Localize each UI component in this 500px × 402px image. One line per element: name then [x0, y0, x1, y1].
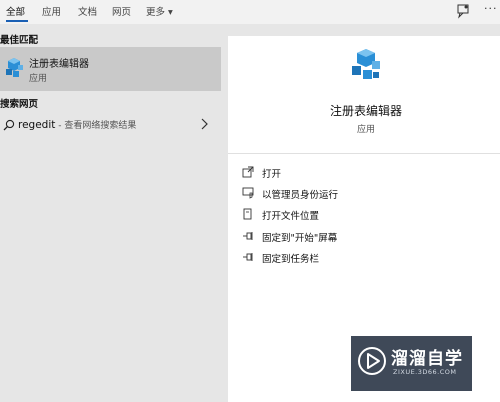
web-search-query-text: regedit: [18, 119, 56, 131]
tab-more[interactable]: 更多 ▾: [146, 4, 173, 18]
search-icon: [3, 119, 15, 131]
watermark-text: 溜溜自学: [391, 349, 463, 369]
search-filter-bar: 全部 应用 文档 网页 更多 ▾ ···: [0, 0, 500, 24]
tab-documents[interactable]: 文档: [78, 4, 97, 18]
watermark: 溜溜自学 ZIXUE.3D66.COM: [351, 336, 472, 391]
web-search-query: regedit - 查看网络搜索结果: [18, 118, 136, 131]
detail-title: 注册表编辑器: [329, 104, 402, 118]
pin-icon: [243, 232, 253, 240]
chevron-right-icon[interactable]: [200, 118, 208, 130]
action-open-label: 打开: [262, 169, 282, 180]
action-pin-to-start[interactable]: 固定到"开始"屏幕: [242, 228, 482, 246]
action-open-file-location-label: 打开文件位置: [262, 211, 320, 222]
registry-editor-large-icon: [352, 49, 380, 79]
watermark-url: ZIXUE.3D66.COM: [393, 368, 457, 376]
best-match-kind: 应用: [29, 74, 48, 84]
tab-apps[interactable]: 应用: [42, 4, 61, 18]
best-match-result[interactable]: 注册表编辑器 应用: [0, 47, 221, 91]
action-pin-to-taskbar-label: 固定到任务栏: [262, 254, 320, 265]
admin-shield-icon: [242, 187, 254, 199]
best-match-name: 注册表编辑器: [29, 59, 89, 70]
action-pin-to-taskbar[interactable]: 固定到任务栏: [242, 249, 482, 267]
action-open[interactable]: 打开: [242, 164, 482, 182]
web-search-result[interactable]: regedit - 查看网络搜索结果: [0, 113, 221, 137]
web-search-hint: - 查看网络搜索结果: [55, 121, 137, 131]
feedback-icon[interactable]: [455, 3, 471, 19]
action-open-file-location[interactable]: 打开文件位置: [242, 206, 482, 224]
action-run-as-admin[interactable]: 以管理员身份运行: [242, 185, 482, 203]
active-tab-indicator: [6, 20, 28, 22]
best-match-header: 最佳匹配: [0, 35, 39, 46]
detail-kind: 应用: [356, 125, 375, 135]
action-pin-to-start-label: 固定到"开始"屏幕: [262, 233, 338, 244]
web-search-header: 搜索网页: [0, 99, 39, 110]
tab-all[interactable]: 全部: [6, 4, 25, 18]
tab-web[interactable]: 网页: [112, 4, 131, 18]
registry-editor-icon: [6, 58, 23, 77]
play-logo-icon: [358, 347, 386, 375]
detail-header: 注册表编辑器 应用: [228, 36, 500, 154]
action-run-as-admin-label: 以管理员身份运行: [262, 190, 339, 201]
results-panel: 最佳匹配 注册表编辑器 应用 搜索网页 regedit - 查看网络搜索结果: [0, 24, 221, 402]
open-icon: [242, 166, 254, 178]
file-location-icon: [243, 208, 252, 220]
more-options-icon[interactable]: ···: [484, 2, 498, 15]
pin-icon: [243, 253, 253, 261]
search-window: 全部 应用 文档 网页 更多 ▾ ··· 最佳匹配 注册表编辑器 应用 搜索网页: [0, 0, 500, 402]
